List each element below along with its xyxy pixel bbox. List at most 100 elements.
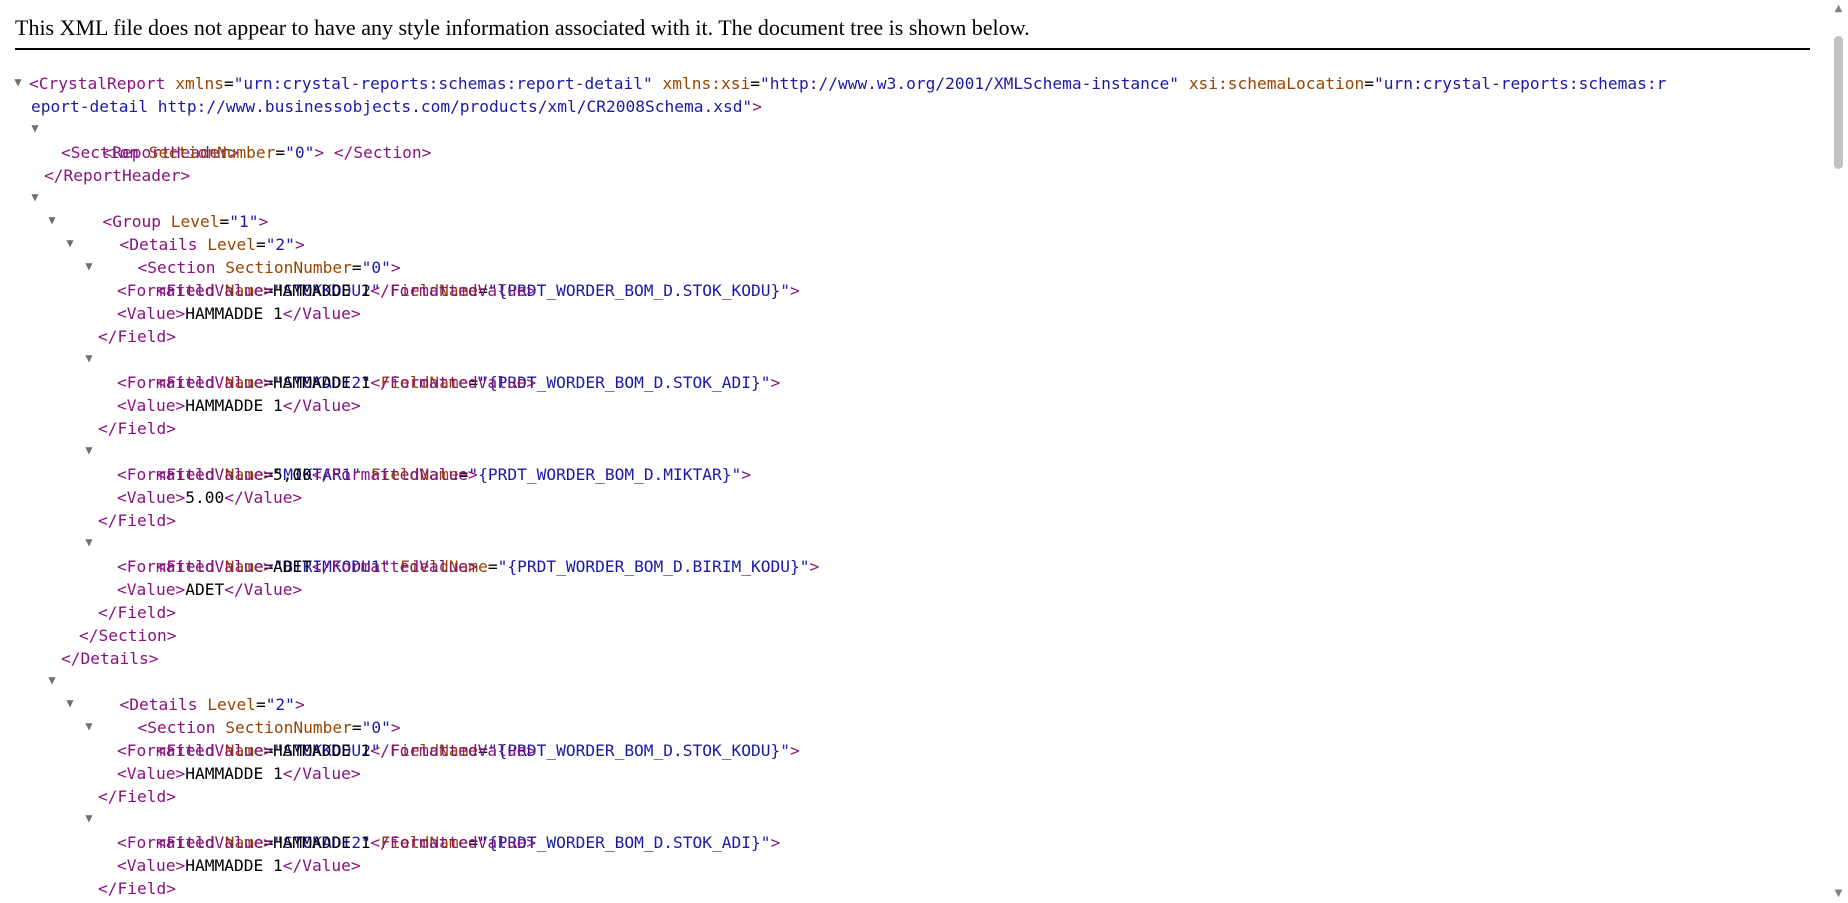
- collapse-toggle-icon[interactable]: ▼: [46, 674, 58, 686]
- details-open-line: ▼ <Details Level="2">: [15, 210, 1805, 254]
- field-close-line: </Field>: [15, 417, 1805, 440]
- formattedvalue-line: <FormattedValue>HAMMADDE 1</FormattedVal…: [15, 831, 1805, 854]
- tag-close: </Value>: [282, 304, 361, 323]
- formattedvalue-line: <FormattedValue>HAMMADDE 1</FormattedVal…: [15, 371, 1805, 394]
- field-close-line: </Field>: [15, 509, 1805, 532]
- tag-close: </Field>: [98, 603, 176, 622]
- field-open-line: ▼ <Field Name="STOKADI2" FieldName="{PRDT…: [15, 808, 1805, 852]
- value-line: <Value>HAMMADDE 1</Value>: [15, 394, 1805, 417]
- field-open-line: ▼ <Field Name="STOKKODU2" FieldName="{PRD…: [15, 256, 1805, 300]
- vertical-scrollbar[interactable]: ▲ ▼: [1829, 0, 1848, 903]
- tag-close: </Details>: [61, 649, 159, 668]
- reportheader-close-line: </ReportHeader>: [15, 164, 1805, 187]
- tag-name: <CrystalReport: [29, 74, 166, 93]
- section-close-line: </Section>: [15, 624, 1805, 647]
- tag-close: </Field>: [98, 787, 176, 806]
- tag-name: <Value>: [117, 488, 186, 507]
- text-node: HAMMADDE 1: [185, 396, 283, 415]
- field-open-line: ▼ <Field Name="STOKADI2" FieldName="{PRDT…: [15, 348, 1805, 392]
- collapse-toggle-icon[interactable]: ▼: [29, 122, 41, 134]
- scroll-down-arrow-icon[interactable]: ▼: [1829, 885, 1848, 903]
- text-node: ADET: [185, 580, 225, 599]
- text-node: HAMMADDE 1: [185, 304, 283, 323]
- collapse-toggle-icon[interactable]: ▼: [12, 76, 24, 88]
- section-open-line: ▼ <Section SectionNumber="0">: [15, 233, 1805, 277]
- tag-close: </Value>: [224, 580, 303, 599]
- collapse-toggle-icon[interactable]: ▼: [64, 237, 76, 249]
- tag-close: </Section>: [324, 143, 432, 162]
- tag-close: </Value>: [224, 488, 303, 507]
- collapse-toggle-icon[interactable]: ▼: [64, 697, 76, 709]
- tag-close: </Field>: [98, 327, 176, 346]
- style-info-message: This XML file does not appear to have an…: [15, 12, 1810, 50]
- value-line: <Value>HAMMADDE 1</Value>: [15, 762, 1805, 785]
- collapse-toggle-icon[interactable]: ▼: [83, 536, 95, 548]
- tag-close: </Section>: [79, 626, 177, 645]
- tag-name: <Value>: [117, 580, 186, 599]
- tag-bracket: >: [314, 143, 325, 162]
- tag-name: <Value>: [117, 396, 186, 415]
- text-node: HAMMADDE 1: [272, 373, 371, 392]
- tag-name: <FormattedValue>: [117, 373, 273, 392]
- collapse-toggle-icon[interactable]: ▼: [83, 352, 95, 364]
- field-close-line: </Field>: [15, 325, 1805, 348]
- field-close-line: </Field>: [15, 601, 1805, 624]
- text-node: HAMMADDE 1: [272, 741, 371, 760]
- value-line: <Value>HAMMADDE 1</Value>: [15, 854, 1805, 877]
- attr-name: xmlns:xsi: [662, 74, 751, 93]
- tag-bracket: >: [752, 97, 762, 116]
- text-node: HAMMADDE 1: [272, 833, 371, 852]
- formattedvalue-line: <FormattedValue>ADET</FormattedValue>: [15, 555, 1805, 578]
- scroll-up-arrow-icon[interactable]: ▲: [1829, 0, 1848, 18]
- tag-close: </Field>: [98, 419, 176, 438]
- text-node: ADET: [272, 557, 312, 576]
- collapse-toggle-icon[interactable]: ▼: [29, 191, 41, 203]
- attr-name: SectionNumber: [148, 143, 276, 162]
- tag-close: </Value>: [282, 396, 361, 415]
- tag-close: </FormattedValue>: [311, 465, 478, 484]
- collapse-toggle-icon[interactable]: ▼: [83, 812, 95, 824]
- collapse-toggle-icon[interactable]: ▼: [46, 214, 58, 226]
- text-node: HAMMADDE 1: [272, 281, 371, 300]
- tag-name: <Section: [61, 143, 139, 162]
- text-node: 5.00: [185, 488, 225, 507]
- attr-name: xsi:schemaLocation: [1188, 74, 1365, 93]
- tag-name: <Value>: [117, 764, 186, 783]
- details-open-line: ▼ <Details Level="2">: [15, 670, 1805, 714]
- text-node: 5,00: [272, 465, 312, 484]
- collapse-toggle-icon[interactable]: ▼: [83, 260, 95, 272]
- tag-close: </Value>: [282, 764, 361, 783]
- group-open-line: ▼ <Group Level="1">: [15, 187, 1805, 231]
- tag-close: </Field>: [98, 511, 176, 530]
- section-line: <Section SectionNumber="0"> </Section>: [61, 143, 432, 162]
- field-close-line: </Field>: [15, 877, 1805, 900]
- tag-close: </FormattedValue>: [370, 741, 537, 760]
- tag-name: <Value>: [117, 856, 186, 875]
- details-close-line: </Details>: [15, 647, 1805, 670]
- tag-name: <FormattedValue>: [117, 557, 273, 576]
- tag-name: <FormattedValue>: [117, 833, 273, 852]
- tag-close: </FormattedValue>: [311, 557, 478, 576]
- reportheader-open-line: ▼ <ReportHeader>: [15, 118, 1805, 162]
- tag-name: <FormattedValue>: [117, 281, 273, 300]
- tag-close: </Value>: [282, 856, 361, 875]
- attr-value: "urn:crystal-reports:schemas:report-deta…: [233, 74, 653, 93]
- tag-name: <FormattedValue>: [117, 741, 273, 760]
- tag-close: </ReportHeader>: [44, 166, 191, 185]
- tag-name: <FormattedValue>: [117, 465, 273, 484]
- tag-close: </FormattedValue>: [370, 373, 537, 392]
- field-open-line: ▼ <Field Name="MIKTAR1" FieldName="{PRDT_…: [15, 440, 1805, 484]
- field-open-line: ▼ <Field Name="BIRIMKODU1" FieldName="{PR…: [15, 532, 1805, 576]
- scroll-thumb[interactable]: [1834, 36, 1843, 169]
- attr-name: xmlns: [175, 74, 224, 93]
- value-line: <Value>HAMMADDE 1</Value>: [15, 302, 1805, 325]
- value-line: <Value>ADET</Value>: [15, 578, 1805, 601]
- tag-name: <Value>: [117, 304, 186, 323]
- collapse-toggle-icon[interactable]: ▼: [83, 444, 95, 456]
- attr-value: "0": [285, 143, 315, 162]
- value-line: <Value>5.00</Value>: [15, 486, 1805, 509]
- xml-document-tree: ▼ <CrystalReport xmlns="urn:crystal-repo…: [12, 72, 1805, 900]
- field-close-line: </Field>: [15, 785, 1805, 808]
- formattedvalue-line: <FormattedValue>HAMMADDE 1</FormattedVal…: [15, 739, 1805, 762]
- collapse-toggle-icon[interactable]: ▼: [83, 720, 95, 732]
